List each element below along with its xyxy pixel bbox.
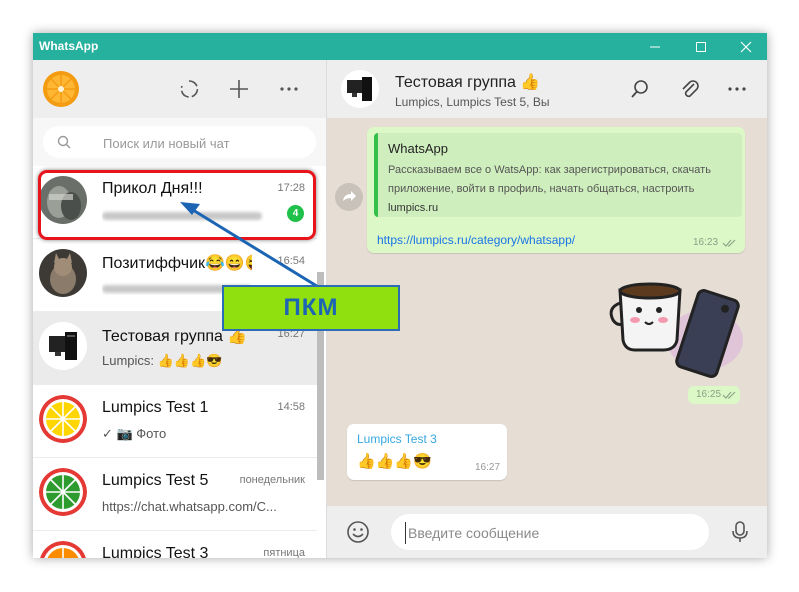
chat-preview: ✓ 📷 Фото [102, 426, 167, 441]
link-preview-card[interactable]: WhatsApp Рассказываем все о WatsApp: как… [374, 133, 742, 217]
conversation-title[interactable]: Тестовая группа 👍 [395, 72, 540, 92]
sticker-image[interactable] [605, 268, 755, 388]
lemon-avatar-icon [39, 395, 87, 443]
chat-time: 14:58 [277, 401, 305, 413]
conversation-menu-button[interactable] [724, 76, 750, 102]
cat-photo-avatar [39, 249, 87, 297]
sticker-time-badge: 16:25 [688, 386, 740, 404]
microphone-icon [732, 521, 748, 542]
forward-icon [343, 191, 356, 201]
chat-preview: https://chat.whatsapp.com/C... [102, 499, 277, 514]
message-composer [327, 506, 767, 558]
highlight-box [38, 170, 316, 240]
chat-avatar [39, 468, 87, 516]
whatsapp-window: WhatsApp Поиск или новый чат Прикол Дня!… [33, 33, 767, 558]
chat-name: Lumpics Test 5 [102, 472, 209, 489]
lime-avatar-icon [39, 468, 87, 516]
chat-name: Lumpics Test 1 [102, 399, 209, 416]
chat-time: пятница [263, 547, 305, 558]
paperclip-icon [682, 80, 699, 98]
maximize-button[interactable] [678, 33, 724, 60]
menu-icon [280, 87, 298, 91]
new-chat-button[interactable] [226, 76, 252, 102]
search-input[interactable] [101, 132, 305, 154]
message-time: 16:27 [475, 462, 501, 473]
search-icon [631, 80, 648, 98]
chat-name: Lumpics Test 3 [102, 545, 209, 558]
window-title: WhatsApp [39, 39, 99, 53]
my-avatar[interactable] [43, 71, 79, 107]
read-ticks-icon [722, 239, 736, 247]
close-icon [740, 41, 752, 52]
voice-message-button[interactable] [727, 519, 753, 545]
attach-button[interactable] [677, 76, 703, 102]
link-preview-title: WhatsApp [388, 141, 448, 156]
chat-time: понедельник [239, 474, 305, 486]
menu-icon [728, 87, 746, 91]
chat-row-lumpics-test-3[interactable]: Lumpics Test 3 пятница [33, 531, 317, 558]
close-button[interactable] [723, 33, 767, 60]
link-preview-site: lumpics.ru [388, 202, 439, 214]
conversation-members: Lumpics, Lumpics Test 5, Вы [395, 95, 550, 109]
chat-row-lumpics-test-1[interactable]: Lumpics Test 1 14:58 ✓ 📷 Фото [33, 385, 317, 458]
smiley-icon [347, 521, 369, 543]
chat-avatar [39, 541, 87, 558]
message-link[interactable]: https://lumpics.ru/category/whatsapp/ [377, 233, 575, 247]
chat-time: 16:54 [277, 255, 305, 267]
chat-preview: Lumpics: 👍👍👍😎 [102, 353, 223, 368]
incoming-message[interactable]: Lumpics Test 3 👍👍👍😎 16:27 [347, 424, 507, 480]
link-preview-text: Рассказываем все о WatsApp: как зарегист… [388, 164, 711, 195]
refresh-status-icon [180, 80, 199, 98]
chat-name: Позитиффчик😂😄😜 [102, 255, 252, 272]
menu-button[interactable] [276, 76, 302, 102]
status-button[interactable] [176, 76, 202, 102]
chat-avatar [39, 322, 87, 370]
maximize-icon [696, 41, 706, 52]
chat-avatar [39, 395, 87, 443]
chat-row-lumpics-test-5[interactable]: Lumpics Test 5 понедельник https://chat.… [33, 458, 317, 531]
title-bar: WhatsApp [33, 33, 767, 60]
message-time: 16:25 [696, 389, 722, 400]
computer-avatar-icon [341, 70, 379, 108]
conversation-header: Тестовая группа 👍 Lumpics, Lumpics Test … [327, 60, 767, 118]
search-box [43, 126, 316, 158]
read-ticks-icon [722, 391, 736, 399]
emoji-button[interactable] [345, 519, 371, 545]
right-click-label: ПКМ [222, 285, 400, 331]
message-input-box [391, 514, 709, 550]
minimize-icon [650, 46, 660, 47]
minimize-button[interactable] [632, 33, 678, 60]
orange-avatar-icon [43, 71, 79, 107]
search-bar [33, 118, 326, 166]
search-icon [57, 135, 71, 149]
computer-avatar-icon [39, 322, 87, 370]
new-chat-icon [230, 80, 248, 98]
forward-button[interactable] [335, 183, 363, 211]
group-avatar[interactable] [341, 70, 379, 108]
message-time: 16:23 [693, 237, 719, 248]
orange-avatar-icon [40, 541, 86, 558]
message-input[interactable] [405, 522, 700, 544]
link-preview-description: Рассказываем все о WatsApp: как зарегист… [388, 161, 728, 218]
sidebar-header [33, 60, 326, 118]
message-text: 👍👍👍😎 [357, 453, 432, 470]
outgoing-message-link[interactable]: WhatsApp Рассказываем все о WatsApp: как… [367, 127, 745, 253]
search-messages-button[interactable] [627, 76, 653, 102]
message-sender[interactable]: Lumpics Test 3 [357, 432, 437, 446]
chat-avatar [39, 249, 87, 297]
